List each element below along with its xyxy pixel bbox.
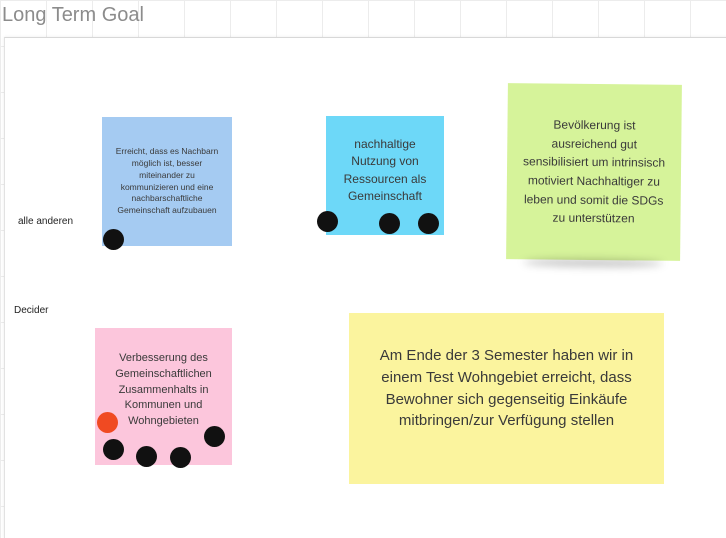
sticky-note-blue[interactable]: Erreicht, dass es Nachbarn möglich ist, … bbox=[102, 117, 232, 246]
row-label-others: alle anderen bbox=[18, 216, 74, 227]
vote-dot[interactable] bbox=[418, 213, 439, 234]
board-title: Long Term Goal bbox=[2, 4, 144, 26]
sticky-note-green-text: Bevölkerung ist ausreichend gut sensibil… bbox=[522, 117, 666, 226]
row-label-decider: Decider bbox=[14, 305, 49, 316]
sticky-note-pink-text: Verbesserung des Gemeinschaftlichen Zusa… bbox=[115, 351, 212, 428]
vote-dot[interactable] bbox=[103, 229, 124, 250]
sticky-note-cyan-text: nachhaltige Nutzung von Ressourcen als G… bbox=[343, 136, 427, 203]
vote-dot[interactable] bbox=[379, 213, 400, 234]
sticky-note-blue-text: Erreicht, dass es Nachbarn möglich ist, … bbox=[115, 145, 219, 216]
vote-dot[interactable] bbox=[317, 211, 338, 232]
sticky-note-green[interactable]: Bevölkerung ist ausreichend gut sensibil… bbox=[506, 83, 682, 261]
sticky-note-yellow-text: Am Ende der 3 Semester haben wir in eine… bbox=[379, 347, 634, 430]
vote-dot[interactable] bbox=[103, 439, 124, 460]
vote-dot[interactable] bbox=[170, 447, 191, 468]
vote-dot-red[interactable] bbox=[97, 412, 118, 433]
vote-dot[interactable] bbox=[204, 426, 225, 447]
vote-dot[interactable] bbox=[136, 446, 157, 467]
sticky-note-yellow[interactable]: Am Ende der 3 Semester haben wir in eine… bbox=[349, 313, 664, 484]
